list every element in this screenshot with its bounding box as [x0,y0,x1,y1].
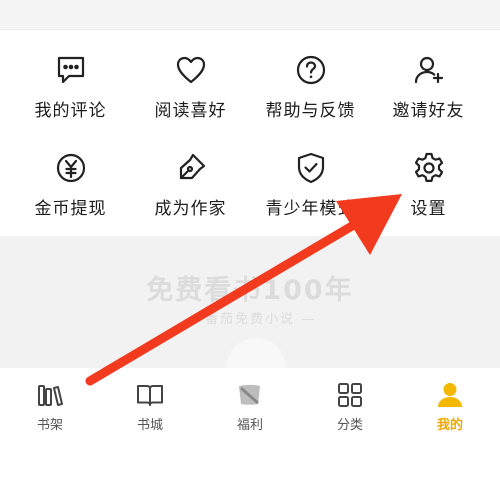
tab-category[interactable]: 分类 [300,368,400,438]
tab-label: 书城 [136,418,163,433]
menu-item-teen-mode[interactable]: 青少年模式 [248,128,373,226]
bottom-spacer [0,438,500,497]
promo-headline: 免费看书100年 [146,275,354,306]
bottom-tab-bar: 书架 书城 福利 分类 我的 [0,368,500,438]
category-icon [335,380,365,410]
top-strip [0,0,500,30]
tab-bookstore[interactable]: 书城 [100,368,200,438]
promo-subtitle: — 番茄免费小说 — [183,312,317,327]
heart-icon [173,52,209,88]
gear-icon [411,150,447,186]
menu-item-help-feedback[interactable]: 帮助与反馈 [248,30,373,128]
tab-welfare[interactable]: 福利 [200,368,300,438]
comment-icon [53,52,89,88]
help-icon [293,52,329,88]
menu-item-invite-friends[interactable]: 邀请好友 [366,30,491,128]
menu-item-become-writer[interactable]: 成为作家 [128,128,253,226]
tab-label: 书架 [36,418,63,433]
tab-label: 福利 [236,418,263,433]
menu-item-my-comments[interactable]: 我的评论 [8,30,133,128]
pen-icon [173,150,209,186]
menu-item-label: 青少年模式 [265,199,356,219]
book-icon [135,380,165,410]
add-user-icon [411,52,447,88]
decorative-blob [226,338,286,368]
menu-item-settings[interactable]: 设置 [366,128,491,226]
menu-item-reading-preferences[interactable]: 阅读喜好 [128,30,253,128]
menu-item-label: 邀请好友 [392,101,465,121]
tab-bookshelf[interactable]: 书架 [0,368,100,438]
menu-item-label: 金币提现 [34,199,107,219]
menu-item-label: 设置 [410,199,447,219]
tab-profile[interactable]: 我的 [400,368,500,438]
tab-label: 我的 [436,418,463,433]
menu-item-label: 我的评论 [34,101,107,121]
menu-item-label: 阅读喜好 [154,101,227,121]
shield-icon [293,150,329,186]
profile-icon [435,380,465,410]
menu-item-coin-withdraw[interactable]: 金币提现 [8,128,133,226]
tab-label: 分类 [336,418,363,433]
gift-icon [235,380,265,410]
menu-item-label: 成为作家 [154,199,227,219]
menu-grid: 我的评论 阅读喜好 帮助与反馈 邀请好友 金币提现 成为作家 青少年模式 设置 [0,30,500,236]
coin-icon [53,150,89,186]
menu-item-label: 帮助与反馈 [265,101,356,121]
bookshelf-icon [35,380,65,410]
promo-banner[interactable]: 免费看书100年 — 番茄免费小说 — [0,236,500,368]
